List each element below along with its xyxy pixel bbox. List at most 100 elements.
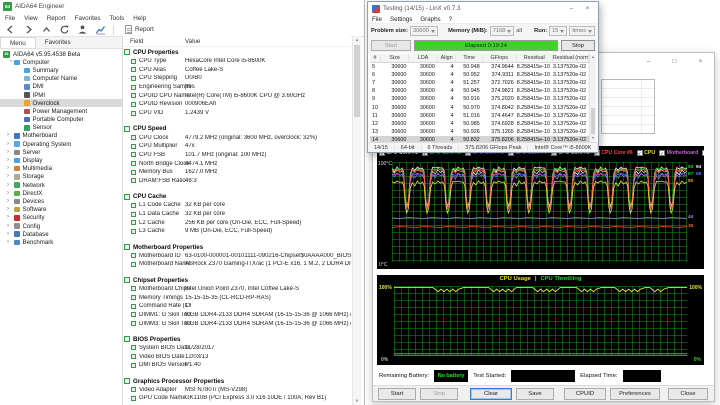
sidebar-item-display[interactable]: › Display (0, 156, 122, 164)
chevron-right-icon[interactable]: › (7, 149, 14, 156)
close-button[interactable]: Close (668, 388, 708, 400)
chevron-right-icon[interactable]: › (7, 165, 14, 172)
close-button[interactable]: × (694, 56, 707, 67)
column-residual-norm[interactable]: Residual (norm.) (553, 54, 589, 62)
chevron-right-icon[interactable]: › (7, 173, 14, 180)
field-row-motherboard-name[interactable]: Motherboard Name ASRock Z370 Gaming-ITX/a… (123, 260, 351, 269)
field-row-l2-cache[interactable]: L2 Cache 256 KB per core (On-Die, ECC, Fu… (123, 218, 351, 227)
aida-menu-report[interactable]: Report (47, 15, 66, 22)
field-row-l1-data-cache[interactable]: L1 Data Cache 32 KB per core (123, 210, 351, 219)
field-row-cpuid-revision[interactable]: CPUID Revision 000906EAh (123, 100, 351, 109)
column-size[interactable]: Size (381, 54, 410, 62)
scrollbar-thumb[interactable] (591, 108, 595, 134)
run-count-select[interactable]: 15 (549, 26, 568, 36)
column-item[interactable]: # (370, 54, 381, 62)
cpuid-button[interactable]: CPUID (564, 388, 606, 400)
sidebar-item-config[interactable]: › Config (0, 222, 122, 230)
back-icon[interactable] (5, 24, 16, 35)
memory-select[interactable]: 7168 (489, 26, 515, 36)
scroll-up-icon[interactable]: ▲ (590, 54, 596, 61)
field-row-memory-bus[interactable]: Memory Bus 1627.0 MHz (123, 168, 351, 177)
sidebar-item-computer[interactable]: › Computer (0, 58, 122, 66)
field-row-north-bridge-clock[interactable]: North Bridge Clock 4474.1 MHz (123, 159, 351, 168)
column-value[interactable]: Value (185, 38, 200, 45)
field-row-command-rate-cr[interactable]: Command Rate (CR) 1T (123, 302, 351, 311)
field-row-cpu-fsb[interactable]: CPU FSB 101.7 MHz (original: 100 MHz) (123, 151, 351, 160)
result-row-11[interactable]: 11 30600 30600 4 51.016 374.4647 8.258415e-10 3… (370, 112, 589, 120)
sidebar-item-operating-system[interactable]: › Operating System (0, 140, 122, 148)
aida-menu-favorites[interactable]: Favorites (75, 15, 101, 22)
sidebar-item-benchmark[interactable]: › Benchmark (0, 238, 122, 246)
run-mode-select[interactable]: times (569, 26, 596, 36)
chevron-right-icon[interactable]: › (7, 132, 14, 139)
legend-cpu-core-6[interactable]: ✓ CPU Core #6 (593, 149, 633, 156)
checkbox-icon[interactable]: ✓ (702, 149, 704, 156)
linx-menu-settings[interactable]: Settings (390, 16, 412, 23)
column-residual[interactable]: Residual (517, 54, 553, 62)
field-row-l3-cache[interactable]: L3 Cache 9 MB (On-Die, ECC, Full-Speed) (123, 227, 351, 236)
aida64-scrollbar[interactable]: ▲ ▼ (352, 36, 361, 405)
sidebar-item-summary[interactable]: Summary (0, 66, 122, 74)
sidebar-item-storage[interactable]: › Storage (0, 173, 122, 181)
field-row-gpu-code-name[interactable]: GPU Code Name GK110B (PCI Express 3.0 x16… (123, 394, 351, 403)
tab-menu[interactable]: Menu (0, 37, 36, 48)
sidebar-item-ipmi[interactable]: IPMI (0, 91, 122, 99)
legend-cpu[interactable]: ✓ CPU (636, 149, 655, 156)
sidebar-item-database[interactable]: › Database (0, 230, 122, 238)
field-row-memory-timings[interactable]: Memory Timings 15-15-15-35 (CL-RCD-RP-RAS… (123, 293, 351, 302)
save-button[interactable]: Save (516, 388, 554, 400)
result-row-10[interactable]: 10 30600 30600 4 50.970 374.8042 8.258415e-10 3… (370, 103, 589, 111)
chevron-right-icon[interactable]: › (7, 214, 14, 221)
checkbox-icon[interactable]: ✓ (636, 149, 643, 156)
legend-motherboard[interactable]: ✓ Motherboard (659, 149, 698, 156)
result-row-13[interactable]: 13 30600 30600 4 50.926 375.1265 8.258415e-10 3… (370, 128, 589, 136)
scroll-down-icon[interactable]: ▼ (590, 135, 596, 142)
field-row-cpu-type[interactable]: CPU Type HexaCore Intel Core i5-8600K (123, 57, 351, 66)
scrollbar-thumb[interactable] (354, 45, 360, 117)
column-field[interactable]: Field (130, 38, 143, 45)
field-row-cpu-alias[interactable]: CPU Alias Coffee Lake-S (123, 65, 351, 74)
column-align[interactable]: Align (438, 54, 457, 62)
stop-button[interactable]: Stop (420, 388, 458, 400)
field-row-dram-fsb-ratio[interactable]: DRAM:FSB Ratio 48:3 (123, 177, 351, 186)
scroll-down-icon[interactable]: ▼ (353, 397, 361, 405)
field-row-video-bios-date[interactable]: Video BIOS Date 12/03/13 (123, 352, 351, 361)
chart-icon[interactable] (95, 24, 106, 35)
column-lda[interactable]: LDA (409, 54, 438, 62)
result-row-8[interactable]: 8 30600 30600 4 50.945 374.9821 8.258415e-10 3.… (370, 87, 589, 95)
sidebar-item-security[interactable]: › Security (0, 214, 122, 222)
sidebar-item-motherboard[interactable]: › Motherboard (0, 132, 122, 140)
field-row-l1-code-cache[interactable]: L1 Code Cache 32 KB per core (123, 201, 351, 210)
chevron-right-icon[interactable]: › (7, 182, 14, 189)
close-button[interactable]: × (581, 3, 594, 14)
legend-pch-diode[interactable]: ✓PCH Diode (702, 149, 704, 156)
checkbox-icon[interactable]: ✓ (659, 149, 666, 156)
field-row-cpu-stepping[interactable]: CPU Stepping U0/B0 (123, 74, 351, 83)
problem-size-select[interactable]: 30600 (409, 26, 438, 36)
sidebar-item-server[interactable]: › Server (0, 148, 122, 156)
sidebar-item-directx[interactable]: › DirectX (0, 189, 122, 197)
field-row-cpu-vid[interactable]: CPU VID 1.2439 V (123, 109, 351, 118)
linx-menu-file[interactable]: File (372, 16, 382, 23)
field-row-motherboard-id[interactable]: Motherboard ID 63-0100-000001-00101111-09… (123, 251, 351, 260)
field-row-engineering-sample[interactable]: Engineering Sample Yes (123, 83, 351, 92)
scroll-up-icon[interactable]: ▲ (353, 36, 361, 44)
sidebar-item-computer-name[interactable]: Computer Name (0, 75, 122, 83)
sidebar-item-devices[interactable]: › Devices (0, 197, 122, 205)
field-row-dimm1-g-skill-tridentz-f4-3[interactable]: DIMM1: G Skill TridentZ F4-3...8 GB DDR4… (123, 311, 351, 320)
chevron-down-icon[interactable]: › (6, 59, 13, 66)
sidebar-item-software[interactable]: › Software (0, 206, 122, 214)
up-icon[interactable] (41, 24, 52, 35)
chevron-right-icon[interactable]: › (7, 206, 14, 213)
linx-scrollbar[interactable]: ▲ ▼ (589, 54, 596, 142)
minimize-button[interactable]: – (565, 3, 578, 14)
chevron-right-icon[interactable]: › (7, 231, 14, 238)
result-row-6[interactable]: 6 30600 30600 4 50.952 374.9311 8.258415e-10 3.… (370, 71, 589, 79)
result-row-5[interactable]: 5 30600 30600 4 50.948 374.9644 8.258415e-10 3.… (370, 63, 589, 71)
chevron-right-icon[interactable]: › (7, 141, 14, 148)
result-row-12[interactable]: 12 30600 30600 4 50.985 374.6928 8.258415e-10 3… (370, 120, 589, 128)
field-row-cpu-multiplier[interactable]: CPU Multiplier 47x (123, 142, 351, 151)
minimize-button[interactable]: – (642, 56, 655, 67)
refresh-icon[interactable] (59, 24, 70, 35)
start-button[interactable]: Start (371, 40, 411, 51)
